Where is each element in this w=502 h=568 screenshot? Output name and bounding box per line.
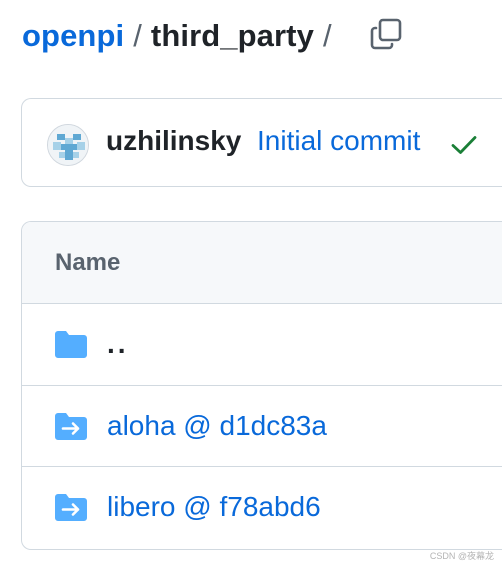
copy-path-button[interactable]: [366, 14, 406, 54]
latest-commit-box: uzhilinsky Initial commit: [21, 98, 502, 187]
breadcrumb-separator: /: [133, 18, 142, 53]
submodule-folder-icon: [55, 412, 87, 440]
watermark-text: CSDN @夜幕龙: [429, 551, 494, 561]
author-avatar[interactable]: [47, 124, 89, 166]
file-table: Name .. aloha @ d1dc83a libero @ f78abd6: [21, 221, 502, 550]
submodule-link-aloha[interactable]: aloha @ d1dc83a: [107, 410, 327, 442]
table-row-libero[interactable]: libero @ f78abd6: [22, 467, 502, 549]
breadcrumb-repo-link[interactable]: openpi: [22, 18, 124, 54]
breadcrumb-trailing-separator: /: [322, 18, 332, 53]
commit-author[interactable]: uzhilinsky: [106, 125, 241, 157]
submodule-link-libero[interactable]: libero @ f78abd6: [107, 491, 321, 523]
table-header: Name: [22, 222, 502, 304]
submodule-folder-icon: [55, 494, 87, 521]
commit-message-link[interactable]: Initial commit: [257, 125, 420, 157]
breadcrumb: openpi / third_party /: [22, 14, 341, 58]
folder-icon: [55, 331, 87, 358]
identicon-avatar: [48, 125, 88, 165]
copy-icon: [370, 18, 402, 50]
table-row-parent-directory[interactable]: ..: [22, 304, 502, 386]
table-row-aloha[interactable]: aloha @ d1dc83a: [22, 386, 502, 467]
parent-directory-link[interactable]: ..: [107, 328, 129, 360]
check-icon: [451, 136, 477, 154]
column-header-name: Name: [55, 249, 121, 276]
breadcrumb-current-folder: third_party: [150, 18, 314, 53]
